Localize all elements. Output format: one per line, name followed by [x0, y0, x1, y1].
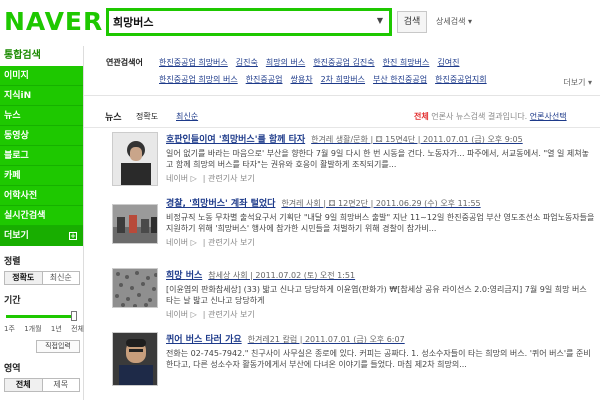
news-result: 호판인들이여 '희망버스'를 함께 타자 한겨레 생활/문화 | ⚃ 15면4단 …: [106, 132, 600, 196]
result-body: 희망 버스 참세상 사회 | 2011.07.02 (토) 오전 1:51 [이윤…: [166, 268, 600, 320]
search-button[interactable]: 검색: [397, 11, 427, 33]
related-searches: 연관검색어 한진중공업 희망버스 김진숙 희망의 버스 한진중공업 김진숙 한진 희망버…: [84, 46, 600, 96]
filter-all-label[interactable]: 전체: [414, 112, 429, 121]
result-thumbnail[interactable]: [112, 268, 158, 308]
related-link[interactable]: 한진중공업 희망의 버스: [159, 75, 238, 84]
header: NAVER ▼ 검색 상세검색 ▾: [0, 0, 600, 46]
result-actions: 네이버 ▷ | 관련기사 보기: [166, 174, 255, 183]
sort-latest-option[interactable]: 최신순: [43, 272, 80, 284]
related-link[interactable]: 희망의 버스: [266, 58, 305, 67]
result-meta: 한겨레21 칼럼 | 2011.07.01 (금) 오후 6:07: [247, 335, 405, 344]
advanced-search-link[interactable]: 상세검색 ▾: [436, 16, 472, 27]
related-link[interactable]: 한진중공업지회: [435, 75, 487, 84]
area-all-option[interactable]: 전체: [5, 379, 43, 391]
result-thumbnail[interactable]: [112, 332, 158, 386]
related-link[interactable]: 2차 희망버스: [321, 75, 365, 84]
sort-section: 정렬 정확도 최신순: [0, 246, 83, 285]
news-tabs-bar: 뉴스 정확도 최신순 전체 언론사 뉴스검색 결과입니다. 언론사선택: [84, 106, 600, 128]
related-label: 연관검색어: [106, 58, 143, 67]
result-description: 전화는 02-745-7942." 친구사이 사무실은 종로에 있다. 커피는 …: [166, 349, 591, 369]
period-tick[interactable]: 1주: [4, 324, 15, 334]
naver-news-link[interactable]: 네이버 ▷: [166, 310, 197, 319]
search-box[interactable]: ▼: [106, 8, 392, 36]
related-articles-link[interactable]: 관련기사 보기: [208, 310, 255, 319]
news-result: 경찰, '희망버스' 계좌 털었다 한겨레 사회 | ⚃ 12면2단 | 2011…: [106, 196, 600, 260]
naver-news-link[interactable]: 네이버 ▷: [166, 174, 197, 183]
related-link[interactable]: 부산 한진중공업: [373, 75, 427, 84]
related-link[interactable]: 쌍용차: [291, 75, 313, 84]
period-slider-track: [6, 315, 75, 318]
result-body: 경찰, '희망버스' 계좌 털었다 한겨레 사회 | ⚃ 12면2단 | 2011…: [166, 196, 600, 248]
period-ticks: 1주 1개월 1년 전체: [4, 324, 84, 334]
sidebar-item-knowledge-in[interactable]: 지식iN: [0, 86, 83, 106]
result-title[interactable]: 경찰, '희망버스' 계좌 털었다 한겨레 사회 | ⚃ 12면2단 | 2011…: [166, 196, 600, 209]
result-thumbnail[interactable]: [112, 204, 158, 244]
direct-input-button[interactable]: 직접입력: [36, 340, 80, 353]
area-heading: 영역: [4, 364, 21, 374]
news-section-title: 뉴스: [105, 113, 122, 123]
related-articles-link[interactable]: 관련기사 보기: [208, 174, 255, 183]
result-thumbnail[interactable]: [112, 132, 158, 186]
search-autocomplete-arrow-icon[interactable]: ▼: [375, 15, 385, 27]
sort-accuracy-link[interactable]: 정확도: [136, 111, 158, 122]
result-body: 호판인들이여 '희망버스'를 함께 타자 한겨레 생활/문화 | ⚃ 15면4단 …: [166, 132, 600, 184]
news-result: 퀴어 버스 타러 가요 한겨레21 칼럼 | 2011.07.01 (금) 오후 …: [106, 332, 600, 396]
result-title[interactable]: 호판인들이여 '희망버스'를 함께 타자 한겨레 생활/문화 | ⚃ 15면4단 …: [166, 132, 600, 145]
filter-description: 언론사 뉴스검색 결과입니다.: [431, 112, 528, 121]
sidebar: 통합검색 이미지 지식iN 뉴스 동영상 블로그 카페 어학사전 실시간검색 더…: [0, 46, 84, 400]
result-title[interactable]: 퀴어 버스 타러 가요 한겨레21 칼럼 | 2011.07.01 (금) 오후 …: [166, 332, 600, 345]
sidebar-more-label: 더보기: [4, 231, 29, 241]
result-meta: 한겨레 생활/문화 | ⚃ 15면4단 | 2011.07.01 (금) 오후 …: [311, 135, 523, 144]
related-link[interactable]: 한진 희망버스: [383, 58, 430, 67]
sort-accuracy-option[interactable]: 정확도: [5, 272, 43, 284]
news-result: 희망 버스 참세상 사회 | 2011.07.02 (토) 오전 1:51 [이윤…: [106, 268, 600, 332]
period-tick[interactable]: 1개월: [24, 324, 41, 334]
sidebar-item-image[interactable]: 이미지: [0, 66, 83, 86]
result-description: [이윤엽의 판화참세상] (33) 밟고 신나고 당당하게 이윤엽(판화가) ₩…: [166, 285, 587, 305]
area-section: 영역 전체 제목: [0, 353, 83, 392]
sort-heading: 정렬: [4, 257, 21, 267]
related-link[interactable]: 김진숙: [236, 58, 258, 67]
sidebar-total-search[interactable]: 통합검색: [0, 46, 83, 66]
related-row-2: 한진중공업 희망의 버스 한진중공업 쌍용차 2차 희망버스 부산 한진중공업 한진중공업…: [159, 74, 495, 85]
related-row-1: 한진중공업 희망버스 김진숙 희망의 버스 한진중공업 김진숙 한진 희망버스 김여진: [159, 57, 467, 68]
search-input[interactable]: [113, 13, 353, 31]
period-tick[interactable]: 1년: [51, 324, 62, 334]
media-select-link[interactable]: 언론사선택: [530, 112, 567, 121]
expand-plus-icon[interactable]: +: [69, 232, 77, 240]
sort-latest-link[interactable]: 최신순: [176, 111, 198, 122]
sidebar-more[interactable]: 더보기 +: [0, 226, 83, 246]
period-slider[interactable]: 1주 1개월 1년 전체: [4, 310, 84, 338]
sidebar-item-blog[interactable]: 블로그: [0, 146, 83, 166]
result-meta: 참세상 사회 | 2011.07.02 (토) 오전 1:51: [208, 271, 356, 280]
result-actions: 네이버 ▷ | 관련기사 보기: [166, 310, 255, 319]
result-title[interactable]: 희망 버스 참세상 사회 | 2011.07.02 (토) 오전 1:51: [166, 268, 600, 281]
period-slider-handle[interactable]: [71, 311, 77, 321]
sidebar-item-dictionary[interactable]: 어학사전: [0, 186, 83, 206]
related-link[interactable]: 한진중공업: [246, 75, 283, 84]
naver-logo[interactable]: NAVER: [4, 7, 103, 36]
period-tick[interactable]: 전체: [71, 324, 84, 334]
naver-news-link[interactable]: 네이버 ▷: [166, 238, 197, 247]
result-description: 일어 없기를 바라는 마음으로' 부산을 향한다 7월 9일 다시 한 번 시동…: [166, 149, 590, 169]
sidebar-item-video[interactable]: 동영상: [0, 126, 83, 146]
area-title-option[interactable]: 제목: [43, 379, 80, 391]
period-heading: 기간: [4, 296, 21, 306]
related-link[interactable]: 한진중공업 김진숙: [313, 58, 374, 67]
result-meta: 한겨레 사회 | ⚃ 12면2단 | 2011.06.29 (수) 오후 11:…: [281, 199, 481, 208]
area-toggle: 전체 제목: [4, 378, 80, 392]
related-link[interactable]: 한진중공업 희망버스: [159, 58, 228, 67]
result-actions: 네이버 ▷ | 관련기사 보기: [166, 238, 255, 247]
result-body: 퀴어 버스 타러 가요 한겨레21 칼럼 | 2011.07.01 (금) 오후 …: [166, 332, 600, 370]
related-more-button[interactable]: 더보기 ▾: [563, 77, 592, 88]
result-description: 비정규직 노동 무차별 출석요구서 기획단 "내달 9일 희망버스 출발" 지난…: [166, 213, 595, 233]
related-link[interactable]: 김여진: [437, 58, 459, 67]
sidebar-item-news[interactable]: 뉴스: [0, 106, 83, 126]
period-section: 기간 1주 1개월 1년 전체 직접입력: [0, 285, 84, 353]
related-articles-link[interactable]: 관련기사 보기: [208, 238, 255, 247]
news-filter-info: 전체 언론사 뉴스검색 결과입니다. 언론사선택: [414, 111, 567, 122]
sidebar-item-realtime[interactable]: 실시간검색: [0, 206, 83, 226]
sidebar-item-cafe[interactable]: 카페: [0, 166, 83, 186]
sort-toggle: 정확도 최신순: [4, 271, 80, 285]
